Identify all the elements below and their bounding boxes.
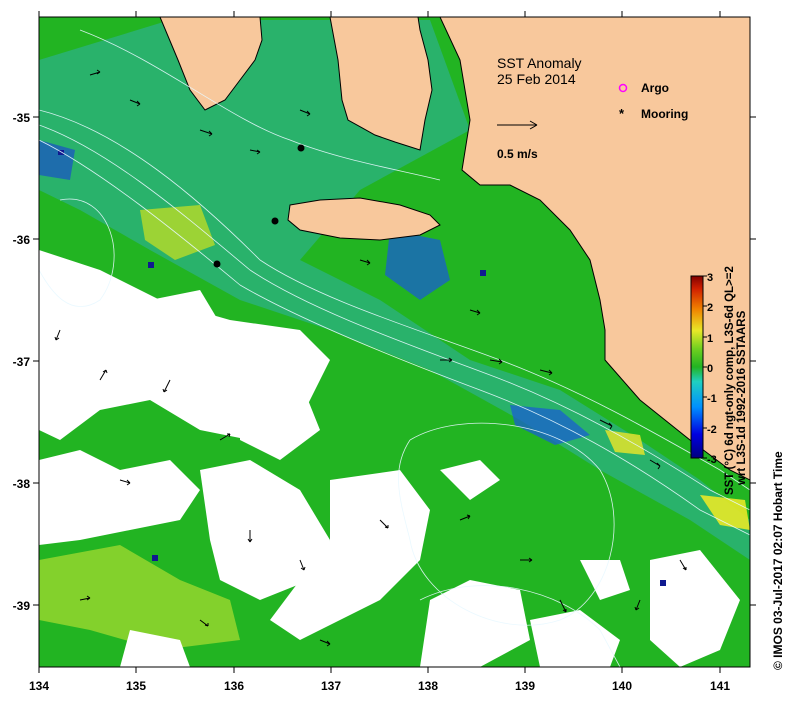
- colorbar-tick-label: 2: [707, 302, 713, 314]
- legend-label-mooring: Mooring: [641, 107, 688, 121]
- lon-tick-labels: 134 135 136 137 138 139 140 141: [29, 679, 730, 693]
- lat-tick-label: -37: [13, 355, 31, 369]
- legend-label-argo: Argo: [641, 81, 669, 95]
- lat-tick-label: -38: [13, 477, 31, 491]
- lon-tick-label: 135: [126, 679, 146, 693]
- colorbar-tick-label: 0: [707, 363, 713, 375]
- imos-credit: © IMOS 03-Jul-2017 02:07 Hobart Time: [771, 451, 785, 670]
- lon-tick-label: 140: [612, 679, 632, 693]
- lon-tick-label: 136: [224, 679, 244, 693]
- velocity-scale-label: 0.5 m/s: [497, 147, 538, 161]
- colorbar-tick-label: 1: [707, 333, 713, 345]
- colorbar-ramp: [690, 275, 704, 459]
- colorbar-tick-label: -1: [707, 393, 717, 405]
- colorbar-tick-label: -3: [707, 454, 717, 466]
- colorbar-tick-label: -2: [707, 424, 717, 436]
- colorbar-label-line2: wrt L3S-1d 1992-2016 SSTAARS: [736, 310, 748, 486]
- map-title: SST Anomaly: [497, 55, 582, 71]
- lat-tick-label: -39: [13, 599, 31, 613]
- mooring-marker[interactable]: [213, 260, 221, 268]
- lat-tick-labels: -35 -36 -37 -38 -39: [13, 111, 31, 613]
- lat-tick-label: -36: [13, 233, 31, 247]
- lon-tick-label: 137: [321, 679, 341, 693]
- lon-tick-label: 138: [418, 679, 438, 693]
- lat-tick-label: -35: [13, 111, 31, 125]
- colorbar-tick-label: 3: [707, 272, 713, 284]
- lon-tick-label: 141: [710, 679, 730, 693]
- colorbar-label-line1: SST (°C) 6d ngt-only comp, L3S-6d QL>=2: [724, 266, 736, 495]
- sst-anomaly-map: SST Anomaly 25 Feb 2014 0.5 m/s Argo * M…: [0, 0, 791, 700]
- map-date: 25 Feb 2014: [497, 71, 576, 87]
- mooring-marker[interactable]: [297, 144, 305, 152]
- lon-tick-label: 139: [515, 679, 535, 693]
- mooring-marker[interactable]: [271, 217, 279, 225]
- lon-tick-label: 134: [29, 679, 49, 693]
